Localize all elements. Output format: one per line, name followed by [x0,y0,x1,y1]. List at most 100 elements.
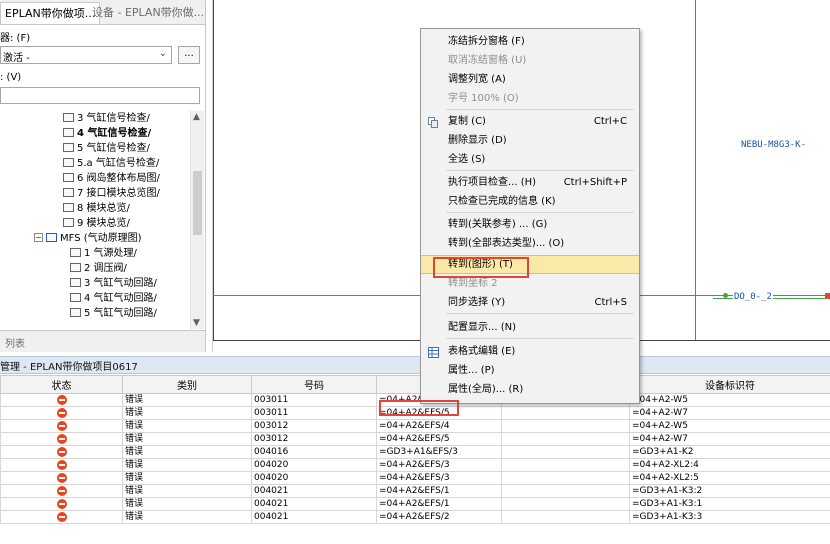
menu-item[interactable]: 复制 (C) Ctrl+C [421,112,639,131]
scroll-down-icon[interactable]: ▼ [193,318,200,328]
table-row[interactable]: 错误 004021 =04+A2&EFS/1 =GD3+A1-K3:1 [0,497,830,511]
tree-page-item[interactable]: 6 阀岛整体布局图/ [63,171,160,186]
device-part-label: NEBU-M8G3-K- [741,140,807,150]
filter-dropdown[interactable]: 激活 - ⌄ [0,46,172,64]
device-tag-cell: =04+A2-W7 [629,406,830,420]
device-tag-cell: =04+A2-XL2:4 [629,458,830,472]
tree-page-item[interactable]: 3 气缸气动回路/ [70,276,157,291]
structure-icon [46,232,57,242]
menu-item[interactable]: 冻结拆分窗格 (F) [421,32,639,51]
error-icon [56,472,67,483]
number-cell: 004021 [251,510,377,524]
tab-page-navigator[interactable]: EPLAN带你做项... [0,2,101,24]
message-table[interactable]: 状态 类别 号码 设备标识符 错误 003011 =04+A2&EFS/4 =04+A… [0,375,830,524]
table-row[interactable]: 错误 004021 =04+A2&EFS/2 =GD3+A1-K3:3 [0,510,830,524]
status-cell [0,497,123,511]
text2-cell [501,510,630,524]
connection-point-marker [825,293,830,299]
filter-label: 器: (F) [0,33,31,44]
tree-page-item[interactable]: 5.a 气缸信号检查/ [63,156,159,171]
collapse-icon[interactable]: − [34,232,43,242]
menu-item[interactable]: 转到(全部表达类型)... (O) [421,234,639,253]
menu-item[interactable]: 执行项目检查... (H) Ctrl+Shift+P [421,173,639,192]
status-cell [0,471,123,485]
category-cell: 错误 [122,484,252,498]
tree-item-label: 2 调压阀/ [84,263,127,274]
menu-separator [446,109,634,110]
tree-page-item[interactable]: 9 模块总览/ [63,216,130,231]
panel-title-bar: 管理 - EPLAN带你做项目0617 [0,356,830,374]
status-cell [0,432,123,446]
menu-item[interactable]: 属性(全局)... (R) [421,380,639,399]
menu-item[interactable]: 全选 (S) [421,150,639,169]
scrollbar-thumb[interactable] [193,171,202,235]
menu-item[interactable]: 删除显示 (D) [421,131,639,150]
menu-item[interactable]: 只检查已完成的信息 (K) [421,192,639,211]
navigator-tabbar: EPLAN带你做项... 设备 - EPLAN带你做... [0,0,205,25]
tab-list[interactable]: 列表 [5,335,25,350]
page-icon [63,112,74,122]
table-row[interactable]: 错误 004021 =04+A2&EFS/1 =GD3+A1-K3:2 [0,484,830,498]
status-cell [0,393,123,407]
menu-item-label: 属性... (P) [448,365,495,376]
table-row[interactable]: 错误 004020 =04+A2&EFS/3 =04+A2-XL2:4 [0,458,830,472]
text-cell: =04+A2&EFS/2 [376,510,502,524]
menu-item[interactable]: 配置显示... (N) [421,318,639,337]
annotation-highlight-menu [433,257,529,278]
number-cell: 004021 [251,497,377,511]
tree-page-item[interactable]: 4 气缸气动回路/ [70,291,157,306]
table-row[interactable]: 错误 003012 =04+A2&EFS/4 =04+A2-W5 [0,419,830,433]
page-icon [70,307,81,317]
tree-group-node[interactable]: − MFS (气动原理图) [34,231,142,246]
table-row[interactable]: 错误 004016 =GD3+A1&EFS/3 =GD3+A1-K2 [0,445,830,459]
column-header-number[interactable]: 号码 [251,375,377,394]
menu-item-label: 执行项目检查... (H) [448,177,537,188]
column-header-status[interactable]: 状态 [0,375,123,394]
tree-page-item[interactable]: 3 气缸信号检查/ [63,111,150,126]
menu-item-label: 只检查已完成的信息 (K) [448,196,556,207]
value-input[interactable] [0,87,200,104]
tree-item-label: 9 模块总览/ [77,218,130,229]
table-row[interactable]: 错误 004020 =04+A2&EFS/3 =04+A2-XL2:5 [0,471,830,485]
device-tag-cell: =GD3+A1-K2 [629,445,830,459]
column-header-category[interactable]: 类别 [122,375,252,394]
menu-item-label: 删除显示 (D) [448,135,507,146]
column-header-device-tag[interactable]: 设备标识符 [629,375,830,394]
status-cell [0,445,123,459]
tab-device-navigator[interactable]: 设备 - EPLAN带你做... [88,2,208,23]
menu-item-label: 转到(关联参考) ... (G) [448,219,548,230]
tree-scrollbar[interactable]: ▲ ▼ [190,111,204,329]
tree-page-item[interactable]: 8 模块总览/ [63,201,130,216]
text2-cell [501,497,630,511]
table-row[interactable]: 错误 003012 =04+A2&EFS/5 =04+A2-W7 [0,432,830,446]
error-icon [56,498,67,509]
device-tag-cell: =04+A2-XL2:5 [629,471,830,485]
tree-page-item[interactable]: 7 接口模块总览图/ [63,186,160,201]
menu-item[interactable]: 调整列宽 (A) [421,70,639,89]
text2-cell [501,432,630,446]
tree-page-item[interactable]: 4 气缸信号检查/ [63,126,151,141]
scroll-up-icon[interactable]: ▲ [193,112,200,122]
tree-page-item[interactable]: 5 气缸气动回路/ [70,306,157,321]
menu-item-label: 复制 (C) [448,116,486,127]
status-cell [0,419,123,433]
tree-page-item[interactable]: 1 气源处理/ [70,246,137,261]
category-cell: 错误 [122,432,252,446]
menu-item-label: 同步选择 (Y) [448,297,506,308]
menu-item-label: 全选 (S) [448,154,486,165]
menu-item[interactable]: 表格式编辑 (E) [421,342,639,361]
grid-page-icon [63,187,74,197]
menu-item[interactable]: 属性... (P) [421,361,639,380]
filter-more-button[interactable]: ... [178,46,200,64]
error-icon [56,511,67,522]
menu-item[interactable]: 同步选择 (Y) Ctrl+S [421,293,639,312]
error-icon [56,459,67,470]
tree-page-item[interactable]: 5 气缸信号检查/ [63,141,150,156]
grid-page-icon [63,172,74,182]
menu-item[interactable]: 转到(关联参考) ... (G) [421,215,639,234]
page-tree[interactable]: 3 气缸信号检查/4 气缸信号检查/5 气缸信号检查/5.a 气缸信号检查/6 … [0,111,190,329]
tree-item-label: 7 接口模块总览图/ [77,188,160,199]
tree-page-item[interactable]: 2 调压阀/ [70,261,127,276]
value-label: : (V) [0,72,22,83]
page-icon [70,262,81,272]
